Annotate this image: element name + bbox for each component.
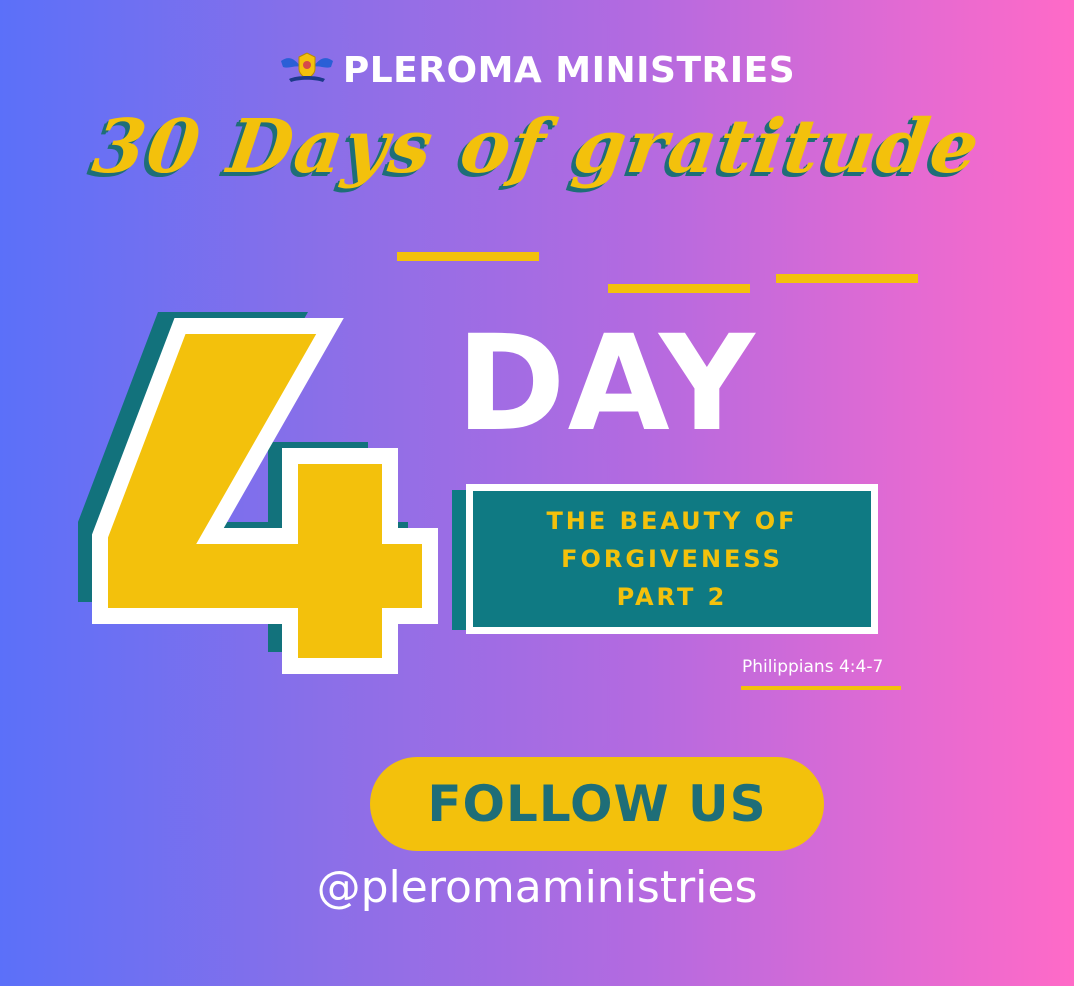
- follow-us-button[interactable]: FOLLOW US: [370, 757, 824, 851]
- day-number-graphic: 4: [78, 312, 438, 674]
- topic-line-2: FORGIVENESS: [561, 545, 783, 573]
- campaign-title: 30 Days of gratitude: [87, 104, 987, 190]
- day-label: DAY: [456, 307, 757, 461]
- social-handle[interactable]: @pleromaministries: [0, 862, 1074, 913]
- topic-line-3: PART 2: [616, 583, 728, 611]
- decor-dash-2: [608, 284, 750, 293]
- brand-header: PLEROMA MINISTRIES: [0, 50, 1074, 91]
- decor-dash-1: [397, 252, 539, 261]
- topic-box: THE BEAUTY OF FORGIVENESS PART 2: [466, 484, 878, 634]
- scripture-reference: Philippians 4:4-7: [742, 657, 884, 677]
- verse-underline: [741, 686, 901, 690]
- decor-dash-3: [776, 274, 918, 283]
- topic-line-1: THE BEAUTY OF: [546, 507, 798, 535]
- dove-crest-icon: [279, 51, 335, 90]
- brand-name: PLEROMA MINISTRIES: [342, 50, 796, 91]
